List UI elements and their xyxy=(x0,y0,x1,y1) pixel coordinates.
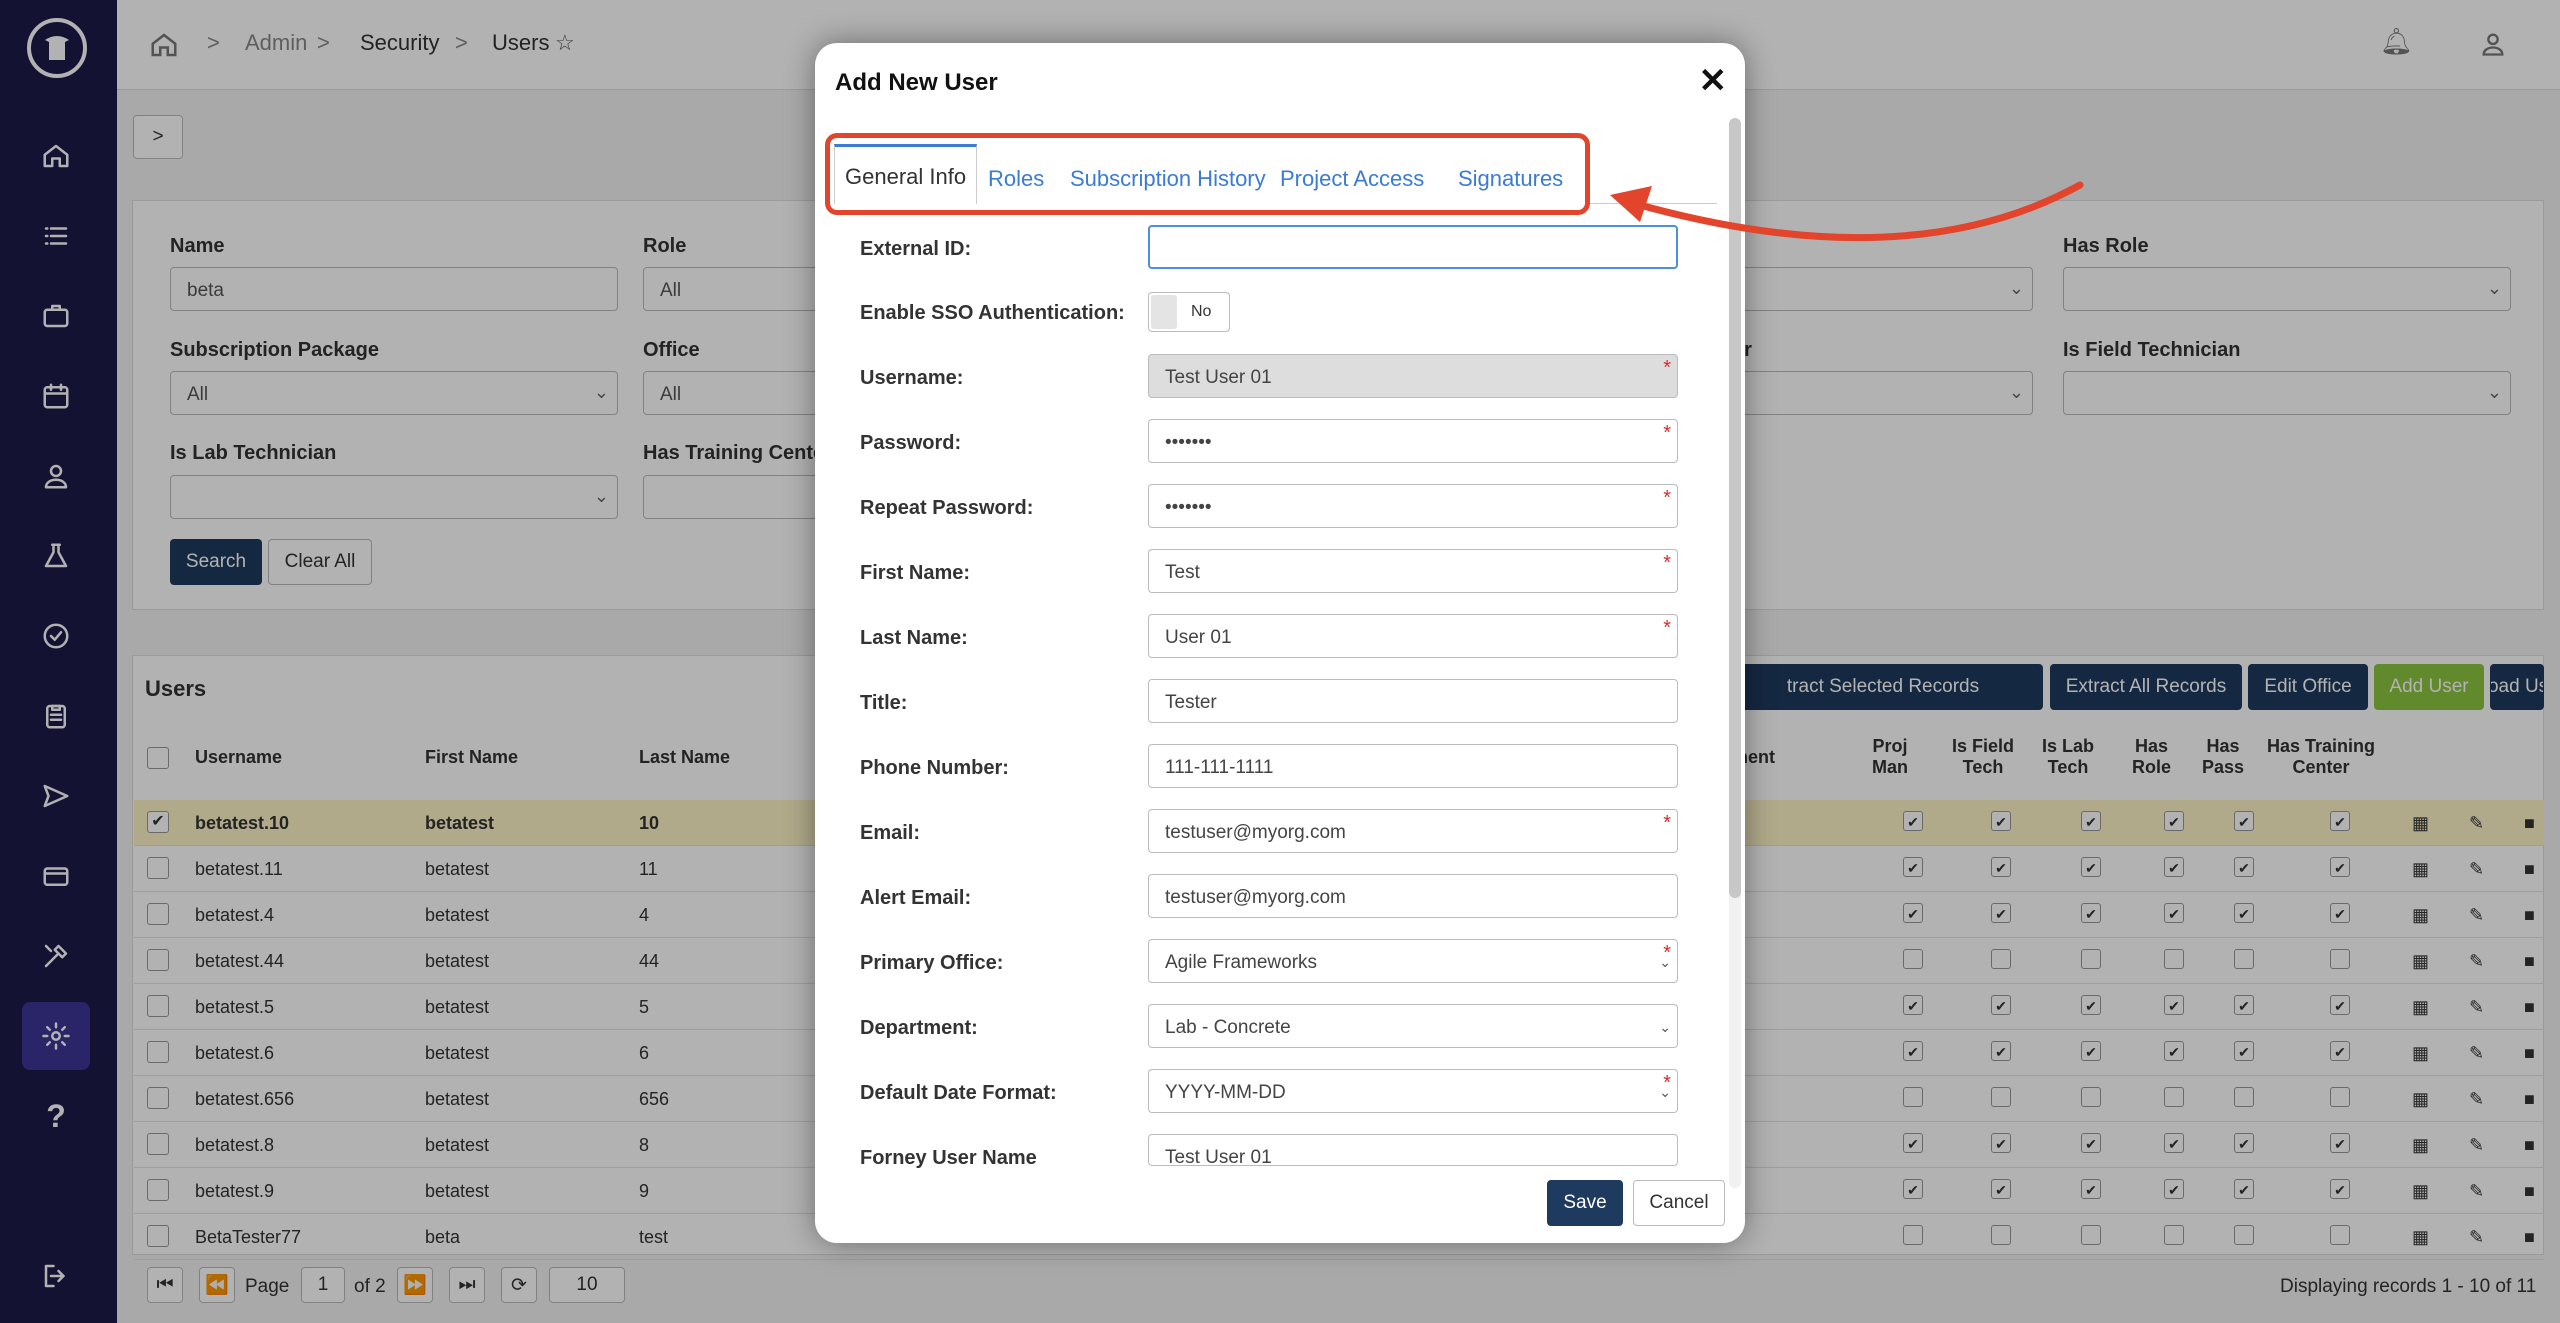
required-icon: * xyxy=(1663,552,1671,574)
forney-input[interactable]: Test User 01 xyxy=(1148,1134,1678,1166)
password-input[interactable]: ••••••• * xyxy=(1148,419,1678,463)
save-button[interactable]: Save xyxy=(1547,1180,1623,1226)
alert-email-label: Alert Email: xyxy=(860,887,972,909)
close-icon[interactable]: ✕ xyxy=(1699,61,1728,101)
cancel-button[interactable]: Cancel xyxy=(1633,1180,1725,1226)
toggle-knob xyxy=(1151,295,1177,329)
tab-general-info[interactable]: General Info xyxy=(834,144,978,204)
date-format-value: YYYY-MM-DD xyxy=(1165,1082,1286,1103)
title-input[interactable]: Tester xyxy=(1148,679,1678,723)
title-label: Title: xyxy=(860,692,908,714)
sso-toggle[interactable]: No xyxy=(1148,292,1230,332)
forney-label: Forney User Name xyxy=(860,1147,1037,1169)
email-value: testuser@myorg.com xyxy=(1165,822,1346,843)
chevron-down-icon: ⌄ xyxy=(1659,1019,1671,1035)
alert-email-input[interactable]: testuser@myorg.com xyxy=(1148,874,1678,918)
password-value: ••••••• xyxy=(1165,432,1212,453)
chevron-down-icon: ⌄ xyxy=(1659,954,1671,970)
repeat-password-input[interactable]: ••••••• * xyxy=(1148,484,1678,528)
external-id-label: External ID: xyxy=(860,238,972,260)
primary-office-select[interactable]: Agile Frameworks * ⌄ xyxy=(1148,939,1678,983)
username-label: Username: xyxy=(860,367,964,389)
modal-title: Add New User xyxy=(835,69,998,96)
sso-label: Enable SSO Authentication: xyxy=(860,302,1125,324)
phone-label: Phone Number: xyxy=(860,757,1009,779)
modal-footer: Save Cancel xyxy=(815,1168,1745,1243)
phone-value: 111-111-1111 xyxy=(1165,757,1274,778)
modal-scrollbar[interactable] xyxy=(1729,118,1741,1188)
phone-input[interactable]: 111-111-1111 xyxy=(1148,744,1678,788)
repeat-password-value: ••••••• xyxy=(1165,497,1212,518)
required-icon: * xyxy=(1663,487,1671,509)
tab-roles[interactable]: Roles xyxy=(978,158,1054,200)
username-value: Test User 01 xyxy=(1165,367,1272,388)
tab-project-access[interactable]: Project Access xyxy=(1270,158,1434,200)
department-select[interactable]: Lab - Concrete ⌄ xyxy=(1148,1004,1678,1048)
last-name-input[interactable]: User 01 * xyxy=(1148,614,1678,658)
first-name-value: Test xyxy=(1165,562,1200,583)
date-format-label: Default Date Format: xyxy=(860,1082,1057,1104)
last-name-value: User 01 xyxy=(1165,627,1232,648)
department-label: Department: xyxy=(860,1017,978,1039)
email-input[interactable]: testuser@myorg.com * xyxy=(1148,809,1678,853)
first-name-label: First Name: xyxy=(860,562,971,584)
email-label: Email: xyxy=(860,822,921,844)
primary-office-value: Agile Frameworks xyxy=(1165,952,1318,973)
external-id-input[interactable] xyxy=(1148,225,1678,269)
required-icon: * xyxy=(1663,617,1671,639)
annotation-arrow-icon xyxy=(1610,181,2084,242)
first-name-input[interactable]: Test * xyxy=(1148,549,1678,593)
alert-email-value: testuser@myorg.com xyxy=(1165,887,1346,908)
primary-office-label: Primary Office: xyxy=(860,952,1004,974)
title-value: Tester xyxy=(1165,692,1217,713)
password-label: Password: xyxy=(860,432,962,454)
repeat-password-label: Repeat Password: xyxy=(860,497,1034,519)
last-name-label: Last Name: xyxy=(860,627,968,649)
tab-signatures[interactable]: Signatures xyxy=(1448,158,1573,200)
sso-toggle-value: No xyxy=(1191,303,1212,320)
required-icon: * xyxy=(1663,812,1671,834)
required-icon: * xyxy=(1663,422,1671,444)
tab-subscription-history[interactable]: Subscription History xyxy=(1060,158,1276,200)
department-value: Lab - Concrete xyxy=(1165,1017,1291,1038)
date-format-select[interactable]: YYYY-MM-DD * ⌄ xyxy=(1148,1069,1678,1113)
tab-strip-highlight: General Info Roles Subscription History … xyxy=(825,133,1590,215)
username-input[interactable]: Test User 01 * xyxy=(1148,354,1678,398)
chevron-down-icon: ⌄ xyxy=(1659,1084,1671,1100)
required-icon: * xyxy=(1663,357,1671,379)
forney-value: Test User 01 xyxy=(1165,1147,1272,1166)
